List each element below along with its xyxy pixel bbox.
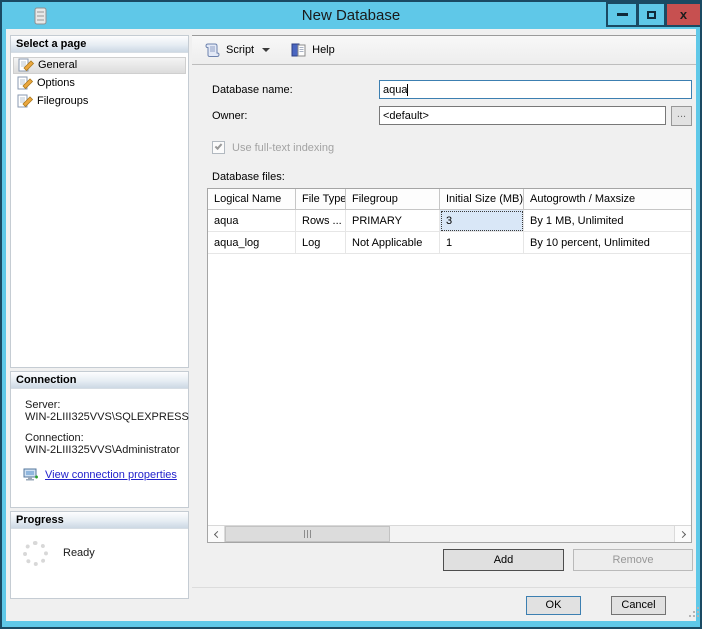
help-label: Help (312, 44, 335, 56)
fulltext-checkbox[interactable] (212, 141, 225, 154)
script-label: Script (226, 44, 255, 56)
horizontal-scrollbar[interactable] (208, 525, 691, 542)
server-label: Server: (25, 399, 61, 411)
cell-logical-name[interactable]: aqua (208, 210, 296, 232)
checkmark-icon (214, 142, 223, 150)
owner-input[interactable] (379, 106, 666, 125)
sidebar-item-label: Filegroups (37, 95, 89, 107)
cell-autogrowth[interactable]: By 1 MB, Unlimited (524, 210, 691, 232)
script-icon (205, 43, 220, 57)
select-a-page-panel: Select a page General Options Filegroups (10, 35, 189, 368)
cell-logical-name[interactable]: aqua_log (208, 232, 296, 254)
cell-file-type[interactable]: Rows ... (296, 210, 346, 232)
column-header[interactable]: Filegroup (346, 189, 440, 210)
progress-spinner-icon (23, 541, 48, 566)
sidebar-item-label: General (38, 59, 78, 71)
toolbar: Script Help (192, 35, 696, 65)
column-header[interactable]: Autogrowth / Maxsize (524, 189, 691, 210)
script-button[interactable]: Script (198, 39, 276, 61)
connection-header: Connection (11, 372, 188, 389)
scrollbar-thumb[interactable] (225, 526, 390, 542)
progress-panel: Progress Ready (10, 511, 189, 599)
sidebar-item-filegroups[interactable]: Filegroups (13, 93, 186, 110)
progress-header: Progress (11, 512, 188, 529)
connection-value: WIN-2LIII325VVS\Administrator (25, 444, 180, 456)
grid-header-row: Logical Name File Type Filegroup Initial… (208, 189, 691, 210)
text-caret (407, 84, 408, 96)
cell-initial-size-selected[interactable]: 3 (440, 210, 524, 232)
thumb-grip-icon (310, 530, 311, 538)
maximize-icon (647, 10, 656, 19)
database-files-grid: Logical Name File Type Filegroup Initial… (207, 188, 692, 543)
window-title: New Database (301, 7, 401, 24)
remove-button[interactable]: Remove (573, 549, 693, 571)
help-icon (291, 43, 306, 57)
close-icon: x (679, 7, 688, 22)
column-header[interactable]: Logical Name (208, 189, 296, 210)
minimize-button[interactable] (606, 2, 638, 27)
script-dropdown-icon[interactable] (262, 48, 271, 52)
scroll-right-button[interactable] (674, 526, 691, 542)
cell-file-type[interactable]: Log (296, 232, 346, 254)
database-name-input[interactable] (379, 80, 692, 99)
chevron-left-icon (213, 530, 221, 538)
sidebar-item-label: Options (37, 77, 75, 89)
cell-initial-size[interactable]: 1 (440, 232, 524, 254)
database-name-label: Database name: (212, 84, 293, 96)
connection-label: Connection: (25, 432, 84, 444)
new-database-dialog: New Database x Select a page General Opt… (0, 0, 702, 629)
select-a-page-header: Select a page (11, 36, 188, 53)
sidebar-item-options[interactable]: Options (13, 75, 186, 92)
thumb-grip-icon (304, 530, 305, 538)
add-button[interactable]: Add (443, 549, 564, 571)
ok-button[interactable]: OK (526, 596, 581, 615)
general-page-panel: Script Help Database name: aqua Owner: <… (192, 35, 696, 588)
page-icon (17, 94, 34, 108)
resize-grip[interactable] (688, 607, 700, 619)
owner-label: Owner: (212, 110, 248, 122)
fulltext-label: Use full-text indexing (232, 142, 335, 154)
progress-status: Ready (63, 547, 95, 559)
connection-properties-icon (23, 468, 38, 481)
titlebar[interactable]: New Database x (2, 2, 700, 29)
connection-panel: Connection Server: WIN-2LIII325VVS\SQLEX… (10, 371, 189, 508)
column-header[interactable]: File Type (296, 189, 346, 210)
owner-browse-button[interactable]: ... (671, 106, 692, 126)
close-button[interactable]: x (665, 2, 700, 27)
column-header[interactable]: Initial Size (MB) (440, 189, 524, 210)
table-row: aqua_log Log Not Applicable 1 By 10 perc… (208, 232, 691, 254)
dialog-body: Select a page General Options Filegroups… (6, 29, 699, 621)
maximize-button[interactable] (637, 2, 666, 27)
view-connection-properties-link[interactable]: View connection properties (45, 469, 177, 481)
sidebar-item-general[interactable]: General (13, 57, 186, 74)
help-button[interactable]: Help (284, 39, 341, 61)
cell-autogrowth[interactable]: By 10 percent, Unlimited (524, 232, 691, 254)
scroll-left-button[interactable] (208, 526, 225, 542)
minimize-icon (616, 13, 628, 16)
chevron-right-icon (678, 530, 686, 538)
page-icon (17, 76, 34, 90)
table-row: aqua Rows ... PRIMARY 3 By 1 MB, Unlimit… (208, 210, 691, 232)
server-value: WIN-2LIII325VVS\SQLEXPRESS (25, 411, 189, 423)
cell-filegroup[interactable]: PRIMARY (346, 210, 440, 232)
page-icon (18, 58, 35, 72)
cancel-button[interactable]: Cancel (611, 596, 666, 615)
thumb-grip-icon (307, 530, 308, 538)
database-files-label: Database files: (212, 171, 285, 183)
cell-filegroup[interactable]: Not Applicable (346, 232, 440, 254)
